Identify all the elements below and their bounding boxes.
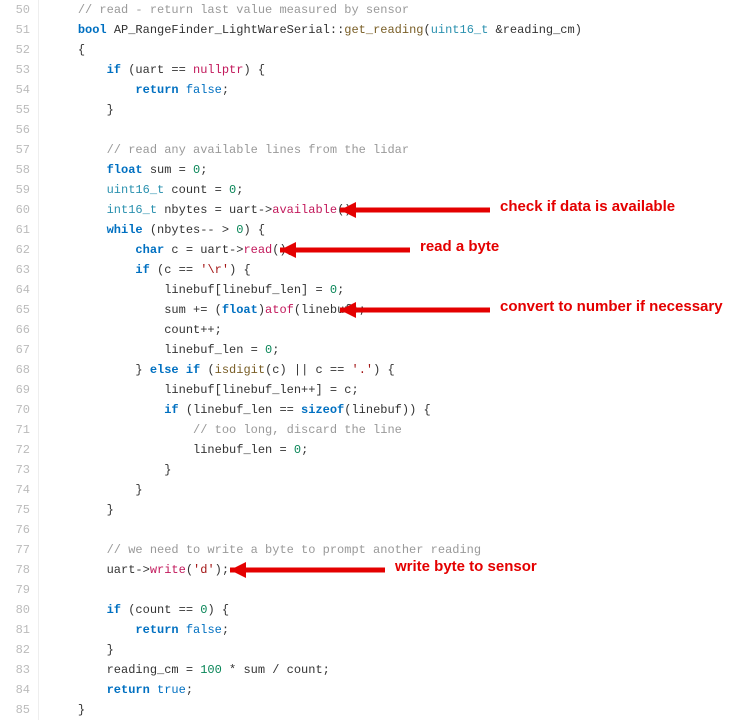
arrow-icon	[0, 0, 747, 720]
